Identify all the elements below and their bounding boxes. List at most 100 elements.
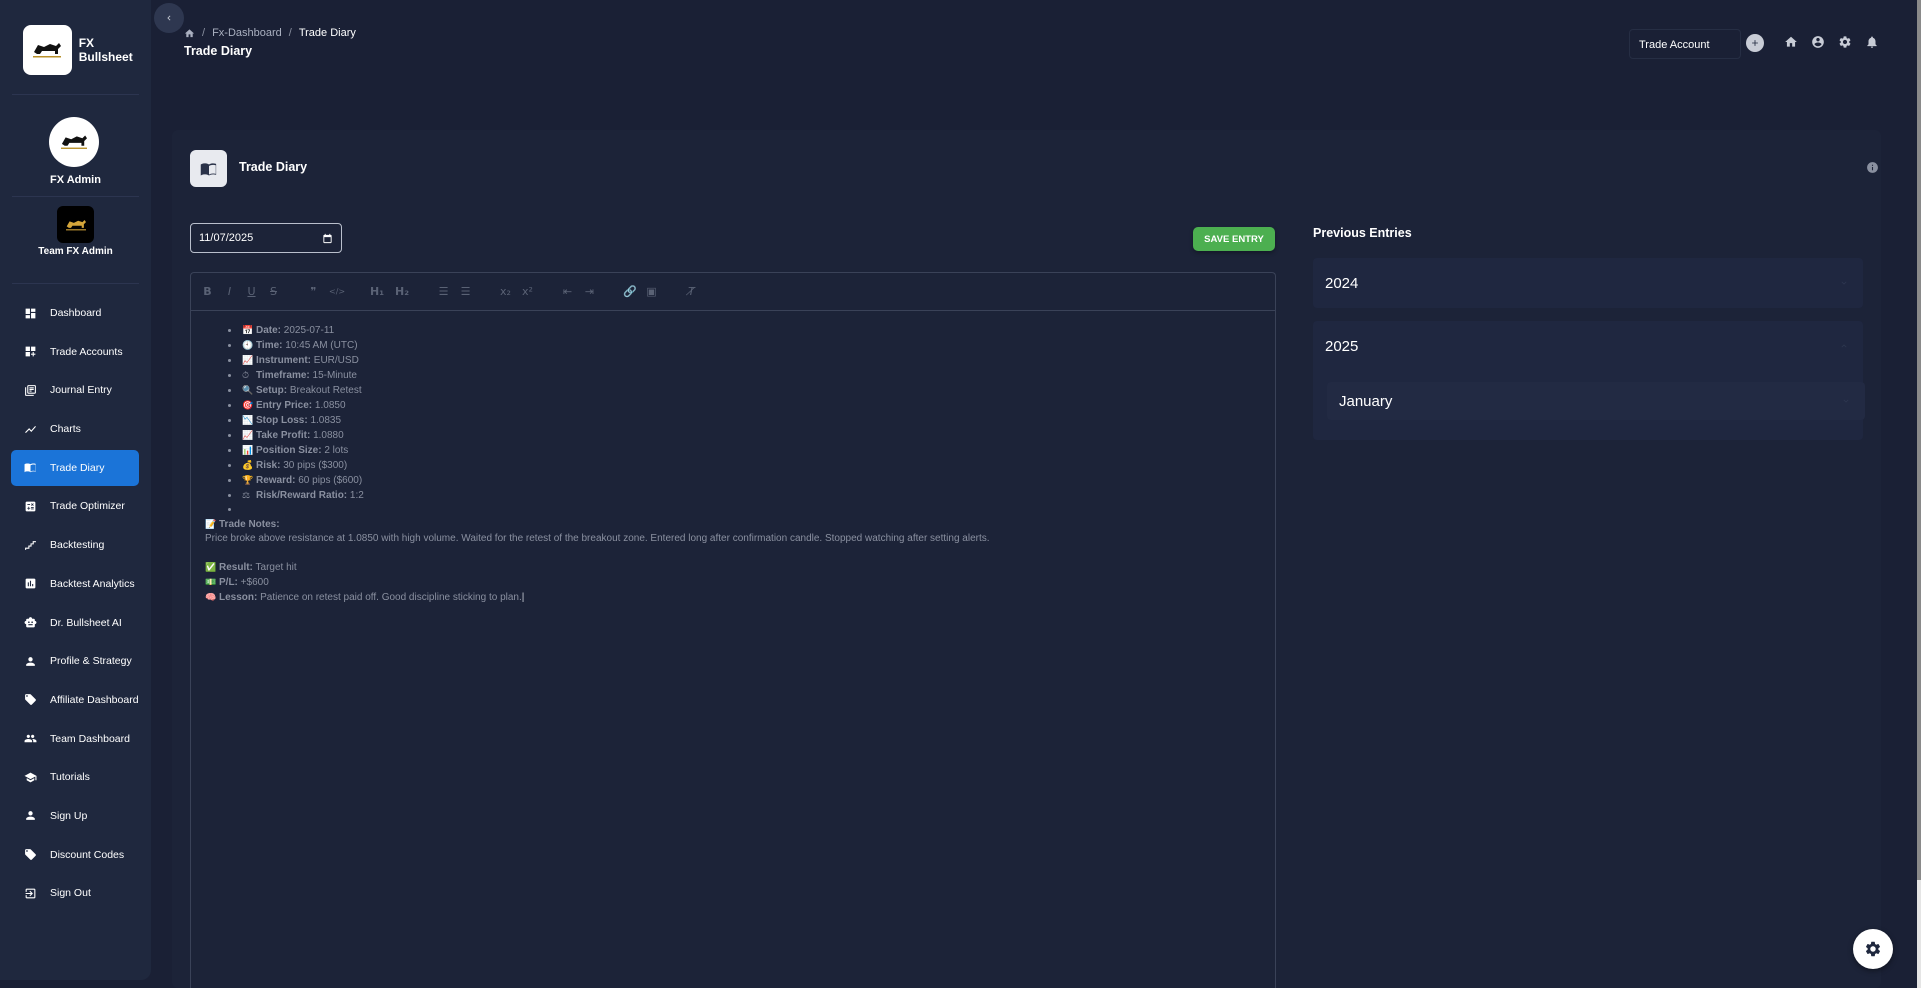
accordion-year-2025[interactable]: 2025 (1313, 321, 1863, 440)
group-icon (24, 734, 37, 743)
sidebar-item-label: Profile & Strategy (50, 655, 132, 668)
sidebar-item-discount-codes[interactable]: Discount Codes (11, 837, 139, 873)
collapse-sidebar-button[interactable] (154, 3, 184, 33)
account-circle-icon[interactable] (1811, 35, 1825, 49)
bullet-list-icon[interactable]: ☰ (459, 285, 472, 298)
sidebar-item-trade-optimizer[interactable]: Trade Optimizer (11, 488, 139, 524)
library-icon (25, 384, 36, 396)
italic-icon[interactable]: I (223, 285, 236, 298)
sidebar-item-label: Team Dashboard (50, 732, 130, 745)
brand-logo (23, 25, 72, 75)
trade-notes-heading: 📝 Trade Notes: (205, 519, 280, 530)
brand[interactable]: FX Bullsheet (23, 25, 151, 75)
month-label: January (1339, 393, 1393, 410)
team-name: Team FX Admin (38, 246, 113, 257)
plus-icon (1752, 40, 1758, 46)
list-item: 💰Risk: 30 pips ($300) (240, 458, 1261, 473)
sidebar-item-charts[interactable]: Charts (11, 411, 139, 447)
trade-account-select[interactable]: Trade Account (1629, 29, 1741, 59)
blockquote-icon[interactable]: ❞ (307, 285, 320, 298)
list-item: 📈Instrument: EUR/USD (240, 353, 1261, 368)
sidebar-item-dr-bullsheet-ai[interactable]: Dr. Bullsheet AI (11, 605, 139, 641)
chevron-up-icon (1841, 344, 1847, 348)
brand-name: FX Bullsheet (78, 36, 133, 64)
card-title: Trade Diary (239, 160, 308, 174)
clear-format-icon[interactable]: T̸ (685, 285, 698, 298)
underline-icon[interactable]: U (245, 285, 258, 298)
sidebar-item-sign-out[interactable]: Sign Out (11, 875, 139, 911)
calendar-icon[interactable] (322, 233, 333, 244)
sidebar-item-label: Trade Optimizer (50, 500, 125, 513)
home-icon[interactable] (184, 28, 195, 39)
card-icon (190, 150, 227, 187)
ordered-list-icon[interactable]: ☰ (437, 285, 450, 298)
chart-line-icon (25, 425, 36, 433)
sidebar-item-affiliate-dashboard[interactable]: Affiliate Dashboard (11, 682, 139, 718)
breadcrumb-separator: / (288, 27, 292, 39)
accordion-month-january[interactable]: January (1327, 382, 1865, 420)
avatar[interactable] (49, 117, 99, 167)
logout-icon (25, 888, 36, 899)
sidebar-item-label: Charts (50, 423, 81, 436)
outdent-icon[interactable]: ⇤ (561, 285, 574, 298)
settings-fab-button[interactable] (1853, 929, 1893, 969)
sidebar-item-profile-strategy[interactable]: Profile & Strategy (11, 643, 139, 679)
editor-toolbar: B I U S ❞ </> H₁ H₂ ☰ ☰ x₂ x² ⇤ ⇥ 🔗 ▣ T̸ (191, 273, 1275, 311)
team-avatar[interactable] (57, 206, 94, 243)
divider (12, 196, 139, 197)
analytics-icon (25, 578, 36, 589)
link-icon[interactable]: 🔗 (623, 285, 637, 298)
bold-icon[interactable]: B (201, 285, 214, 298)
accordion-year-2024[interactable]: 2024 (1313, 258, 1863, 308)
list-item (240, 503, 1261, 517)
sidebar-item-dashboard[interactable]: Dashboard (11, 295, 139, 331)
code-block-icon[interactable]: </> (329, 287, 345, 296)
date-input[interactable]: 11/07/2025 (190, 223, 342, 253)
list-item: 🎯Entry Price: 1.0850 (240, 398, 1261, 413)
list-item: 🔍Setup: Breakout Retest (240, 383, 1261, 398)
breadcrumb-link[interactable]: Fx-Dashboard (212, 27, 282, 39)
add-account-button[interactable] (1746, 34, 1764, 52)
home-icon[interactable] (1784, 35, 1798, 49)
breadcrumb: / Fx-Dashboard / Trade Diary (184, 27, 356, 39)
save-entry-button[interactable]: SAVE ENTRY (1193, 227, 1275, 251)
indent-icon[interactable]: ⇥ (583, 285, 596, 298)
strikethrough-icon[interactable]: S (267, 285, 280, 298)
chevron-left-icon (167, 15, 171, 21)
editor-content[interactable]: 📅Date: 2025-07-11 🕙Time: 10:45 AM (UTC) … (191, 311, 1275, 617)
sidebar-item-label: Journal Entry (50, 384, 112, 397)
page-scrollbar-thumb[interactable] (1917, 0, 1921, 880)
superscript-icon[interactable]: x² (521, 285, 534, 298)
chevron-down-icon (1843, 399, 1849, 403)
info-icon[interactable] (1866, 161, 1879, 174)
list-item: 📅Date: 2025-07-11 (240, 323, 1261, 338)
calculator-icon (25, 501, 36, 512)
sidebar-item-label: Dashboard (50, 307, 102, 319)
sidebar-item-journal-entry[interactable]: Journal Entry (11, 372, 139, 408)
image-icon[interactable]: ▣ (645, 285, 658, 298)
sidebar-item-team-dashboard[interactable]: Team Dashboard (11, 721, 139, 757)
book-icon (200, 162, 216, 176)
sidebar-item-label: Sign Out (50, 887, 91, 900)
sidebar-item-sign-up[interactable]: Sign Up (11, 798, 139, 834)
sidebar-item-backtest-analytics[interactable]: Backtest Analytics (11, 566, 139, 602)
settings-icon[interactable] (1838, 35, 1852, 49)
list-item: 📊Position Size: 2 lots (240, 443, 1261, 458)
heading2-icon[interactable]: H₂ (394, 285, 410, 298)
notifications-icon[interactable] (1865, 35, 1879, 49)
heading1-icon[interactable]: H₁ (369, 285, 385, 298)
sidebar-item-label: Trade Diary (50, 461, 105, 474)
widgets-icon (25, 346, 36, 357)
person-icon (26, 656, 35, 666)
subscript-icon[interactable]: x₂ (499, 285, 512, 298)
rich-text-editor: B I U S ❞ </> H₁ H₂ ☰ ☰ x₂ x² ⇤ ⇥ 🔗 ▣ T̸… (190, 272, 1276, 988)
bull-logo-icon (61, 135, 87, 149)
year-label: 2025 (1325, 338, 1359, 355)
list-item: 📉Stop Loss: 1.0835 (240, 413, 1261, 428)
sidebar-item-trade-accounts[interactable]: Trade Accounts (11, 334, 139, 370)
sidebar-item-tutorials[interactable]: Tutorials (11, 759, 139, 795)
sidebar-item-trade-diary[interactable]: Trade Diary (11, 449, 139, 486)
breadcrumb-current: Trade Diary (298, 27, 356, 39)
sidebar-item-backtesting[interactable]: Backtesting (11, 527, 139, 563)
sidebar: FX Bullsheet FX Admin Team FX Admin Dash… (0, 0, 151, 980)
